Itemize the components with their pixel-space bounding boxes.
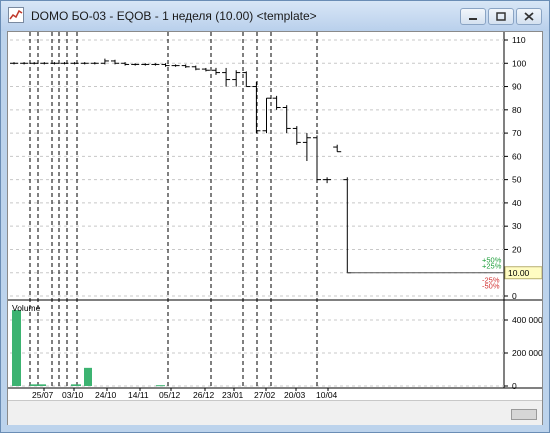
volume-bar <box>30 384 38 386</box>
chart-window-icon <box>8 7 24 23</box>
price-tick-label: 60 <box>512 151 522 161</box>
time-axis-label: 26/12 <box>193 390 215 400</box>
chart-canvas[interactable]: 1101009080706050403020100400 000200 0000… <box>8 32 542 400</box>
time-axis-label: 27/02 <box>254 390 276 400</box>
close-button[interactable] <box>516 8 542 25</box>
chart-window: DOMO БО-03 - EQOB - 1 неделя (10.00) <te… <box>0 0 550 433</box>
volume-bar <box>12 310 21 386</box>
window-title: DOMO БО-03 - EQOB - 1 неделя (10.00) <te… <box>31 9 317 23</box>
title-bar[interactable]: DOMO БО-03 - EQOB - 1 неделя (10.00) <te… <box>1 1 549 31</box>
time-axis-label: 03/10 <box>62 390 84 400</box>
chart-background <box>8 32 542 400</box>
volume-bar <box>156 385 165 387</box>
price-tick-label: 20 <box>512 244 522 254</box>
price-tick-label: 50 <box>512 175 522 185</box>
time-axis-label: 10/04 <box>316 390 338 400</box>
time-axis-label: 20/03 <box>284 390 306 400</box>
current-price-label: 10.00 <box>508 268 530 278</box>
volume-bar <box>38 384 46 386</box>
horizontal-scrollbar[interactable] <box>8 400 542 425</box>
volume-tick-label: 0 <box>512 381 517 391</box>
time-axis-label: 23/01 <box>222 390 244 400</box>
price-tick-label: 30 <box>512 221 522 231</box>
time-axis-label: 05/12 <box>159 390 181 400</box>
volume-tick-label: 400 000 <box>512 315 542 325</box>
price-tick-label: 70 <box>512 128 522 138</box>
volume-bar <box>84 367 92 386</box>
price-tick-label: 0 <box>512 291 517 301</box>
price-tick-label: 90 <box>512 82 522 92</box>
price-tick-label: 40 <box>512 198 522 208</box>
percent-marker: -50% <box>482 282 500 291</box>
volume-bar <box>71 384 81 386</box>
price-tick-label: 110 <box>512 35 526 45</box>
restore-icon <box>496 12 506 21</box>
time-axis-label: 24/10 <box>95 390 117 400</box>
price-tick-label: 80 <box>512 105 522 115</box>
price-tick-label: 100 <box>512 58 526 68</box>
minimize-icon <box>469 18 477 20</box>
chart-area[interactable]: 1101009080706050403020100400 000200 0000… <box>7 31 543 425</box>
scrollbar-thumb[interactable] <box>511 409 537 420</box>
percent-marker: +25% <box>482 262 502 271</box>
volume-panel-label: Volume <box>12 303 41 313</box>
time-axis-label: 14/11 <box>128 390 149 400</box>
time-axis-label: 25/07 <box>32 390 54 400</box>
close-icon <box>524 12 534 21</box>
restore-button[interactable] <box>488 8 514 25</box>
volume-tick-label: 200 000 <box>512 348 542 358</box>
minimize-button[interactable] <box>460 8 486 25</box>
